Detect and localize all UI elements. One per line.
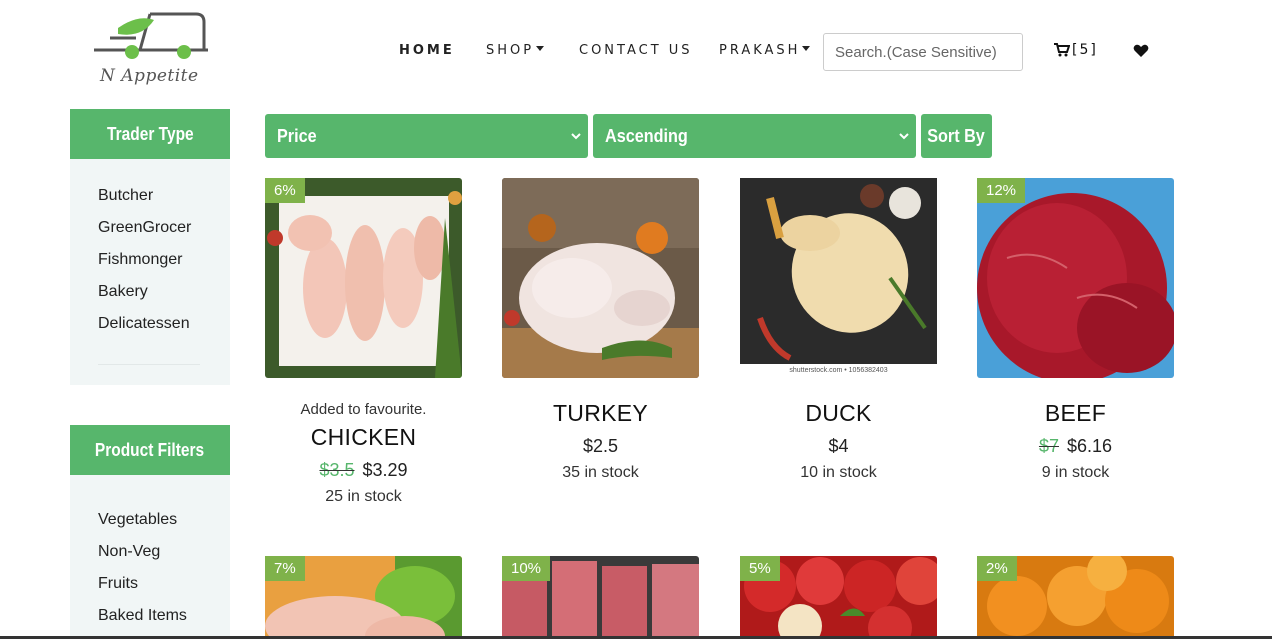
filter-item-non-veg[interactable]: Non-Veg	[98, 543, 160, 561]
trader-item-delicatessen[interactable]: Delicatessen	[98, 315, 190, 333]
current-price: $2.5	[582, 436, 619, 456]
current-price: $6.16	[1066, 436, 1113, 456]
product-name[interactable]: BEEF	[977, 400, 1174, 427]
stock-count: 10 in stock	[800, 464, 877, 481]
sort-by-button[interactable]: Sort By	[921, 114, 992, 158]
heart-icon	[1133, 44, 1149, 57]
filter-item-fruits[interactable]: Fruits	[98, 575, 138, 593]
sort-field-select[interactable]: Price	[265, 114, 588, 158]
discount-badge: 5%	[740, 556, 780, 581]
stock-count: 9 in stock	[1041, 464, 1110, 481]
discount-badge: 7%	[265, 556, 305, 581]
logo-text: N Appetite	[100, 66, 199, 86]
chevron-down-icon	[899, 133, 909, 140]
nav-user-menu[interactable]: PRAKASH	[719, 43, 811, 58]
product-price: $2.5	[502, 436, 699, 457]
product-filters-list: Vegetables Non-Veg Fruits Baked Items	[70, 475, 230, 639]
current-price: $4	[828, 436, 849, 456]
product-price: $7 $6.16	[977, 436, 1174, 457]
trader-item-butcher[interactable]: Butcher	[98, 187, 153, 205]
cart-icon	[1054, 43, 1070, 57]
stock-count: 25 in stock	[325, 488, 402, 505]
discount-badge: 12%	[977, 178, 1026, 203]
product-image-chicken[interactable]	[265, 178, 462, 378]
product-name[interactable]: TURKEY	[502, 400, 699, 427]
image-watermark: shutterstock.com • 1056382403	[789, 367, 888, 374]
discount-badge: 10%	[502, 556, 551, 581]
stock-count: 35 in stock	[562, 464, 639, 481]
trader-item-bakery[interactable]: Bakery	[98, 283, 148, 301]
product-name[interactable]: CHICKEN	[265, 424, 462, 451]
nav-contact[interactable]: CONTACT US	[579, 43, 693, 58]
trader-item-greengrocer[interactable]: GreenGrocer	[98, 219, 191, 237]
cart-button[interactable]: [5]	[1054, 42, 1098, 58]
delivery-truck-icon	[94, 12, 208, 59]
old-price: $3.5	[319, 460, 355, 480]
discount-badge: 6%	[265, 178, 305, 203]
nav-shop[interactable]: SHOP	[486, 43, 545, 58]
filter-item-vegetables[interactable]: Vegetables	[98, 511, 177, 529]
filter-item-baked-items[interactable]: Baked Items	[98, 607, 187, 625]
product-filters-heading: Product Filters	[70, 425, 230, 475]
trader-type-heading: Trader Type	[70, 109, 230, 159]
sort-order-select[interactable]: Ascending	[593, 114, 916, 158]
cart-count: [5]	[1072, 42, 1098, 58]
old-price: $7	[1038, 436, 1059, 456]
product-image-duck[interactable]	[740, 178, 937, 378]
chevron-down-icon	[571, 133, 581, 140]
search-input[interactable]	[823, 33, 1023, 71]
nav-shop-label: SHOP	[486, 43, 535, 58]
product-name[interactable]: DUCK	[740, 400, 937, 427]
divider	[98, 364, 200, 365]
product-price: $3.5 $3.29	[265, 460, 462, 481]
product-image-turkey[interactable]	[502, 178, 699, 378]
favourites-button[interactable]	[1133, 43, 1149, 62]
product-image-beef[interactable]	[977, 178, 1174, 378]
nav-user-label: PRAKASH	[719, 43, 801, 58]
caret-down-icon	[536, 46, 545, 51]
sort-order-value: Ascending	[605, 125, 688, 146]
trader-item-fishmonger[interactable]: Fishmonger	[98, 251, 182, 269]
discount-badge: 2%	[977, 556, 1017, 581]
current-price: $3.29	[362, 460, 408, 480]
caret-down-icon	[802, 46, 811, 51]
product-price: $4	[740, 436, 937, 457]
sort-field-value: Price	[277, 125, 317, 146]
favourite-message: Added to favourite.	[300, 401, 427, 418]
nav-home[interactable]: HOME	[399, 43, 455, 58]
trader-type-list: Butcher GreenGrocer Fishmonger Bakery De…	[70, 159, 230, 385]
